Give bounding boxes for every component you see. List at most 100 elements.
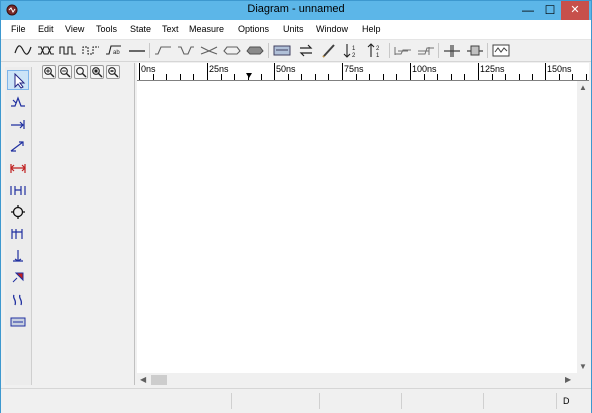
ruler-major-tick xyxy=(342,63,343,80)
vertical-scrollbar[interactable]: ▲ ▼ xyxy=(577,81,589,373)
scroll-left-icon[interactable]: ◀ xyxy=(140,375,146,384)
menu-units[interactable]: Units xyxy=(283,24,304,34)
menu-view[interactable]: View xyxy=(65,24,84,34)
label-wave-icon[interactable]: ab xyxy=(105,42,123,59)
ruler-minor-tick xyxy=(464,74,465,80)
ruler-minor-tick xyxy=(559,74,560,80)
ruler-minor-tick xyxy=(193,74,194,80)
pencil-icon[interactable] xyxy=(320,42,338,59)
menu-edit[interactable]: Edit xyxy=(38,24,54,34)
ruler-minor-tick xyxy=(153,74,154,80)
ruler-minor-tick xyxy=(315,74,316,80)
menu-text[interactable]: Text xyxy=(162,24,179,34)
application-window: Diagram - unnamed — ☐ ✕ File Edit View T… xyxy=(0,0,592,413)
ruler-major-tick xyxy=(207,63,208,80)
title-bar[interactable]: Diagram - unnamed — ☐ ✕ xyxy=(1,1,591,20)
ruler-minor-tick xyxy=(396,74,397,80)
sort-ascending-icon[interactable]: 12 xyxy=(343,42,361,59)
scroll-down-icon[interactable]: ▼ xyxy=(579,362,587,371)
sort-descending-icon[interactable]: 21 xyxy=(367,42,385,59)
menu-state[interactable]: State xyxy=(130,24,151,34)
low-state-icon[interactable] xyxy=(177,42,195,59)
menu-help[interactable]: Help xyxy=(362,24,381,34)
setup-icon[interactable] xyxy=(417,42,435,59)
ruler-label: 75ns xyxy=(344,64,364,74)
display-icon[interactable] xyxy=(273,42,291,59)
ruler-label: 150ns xyxy=(547,64,572,74)
menu-tools[interactable]: Tools xyxy=(96,24,117,34)
zoom-previous-icon[interactable] xyxy=(106,65,120,79)
horizontal-scroll-thumb[interactable] xyxy=(151,375,167,385)
svg-text:ab: ab xyxy=(113,50,120,56)
ruler-minor-tick xyxy=(492,74,493,80)
ruler-minor-tick xyxy=(572,74,573,80)
bus-filled-icon[interactable] xyxy=(246,42,264,59)
status-mode: D xyxy=(563,396,570,406)
menu-window[interactable]: Window xyxy=(316,24,348,34)
ruler-major-tick xyxy=(545,63,546,80)
delay-icon[interactable] xyxy=(394,42,412,59)
signal-name-pane[interactable] xyxy=(32,63,135,385)
ruler-major-tick xyxy=(478,63,479,80)
time-cursor-marker[interactable] xyxy=(246,73,252,78)
swap-icon[interactable] xyxy=(297,42,315,59)
bus-valid-icon[interactable] xyxy=(223,42,241,59)
scroll-up-icon[interactable]: ▲ xyxy=(579,83,587,92)
scroll-right-icon[interactable]: ▶ xyxy=(565,375,571,384)
select-arrow-icon[interactable] xyxy=(7,70,29,90)
diagram-canvas[interactable] xyxy=(137,81,577,373)
measure-icon[interactable] xyxy=(7,158,29,178)
time-ruler[interactable]: 0ns 25ns 50ns 75ns 100ns 125ns 150ns xyxy=(137,63,589,81)
insert-time-icon[interactable] xyxy=(443,42,461,59)
ruler-label: 0ns xyxy=(141,64,156,74)
ruler-minor-tick xyxy=(328,74,329,80)
svg-text:1: 1 xyxy=(376,53,380,59)
ruler-minor-tick xyxy=(369,74,370,80)
ruler-minor-tick xyxy=(166,74,167,80)
zoom-fit-icon[interactable] xyxy=(74,65,88,79)
clock-wave-icon[interactable] xyxy=(14,42,32,59)
pin-icon[interactable] xyxy=(7,268,29,288)
ruler-major-tick xyxy=(274,63,275,80)
ruler-minor-tick xyxy=(221,74,222,80)
anchor-icon[interactable] xyxy=(7,246,29,266)
high-state-icon[interactable] xyxy=(154,42,172,59)
text-box-icon[interactable] xyxy=(7,312,29,332)
break-icon[interactable] xyxy=(7,290,29,310)
menu-measure[interactable]: Measure xyxy=(189,24,224,34)
setup-arrow-icon[interactable] xyxy=(7,136,29,156)
hold-icon[interactable] xyxy=(7,180,29,200)
ruler-label: 50ns xyxy=(276,64,296,74)
close-button[interactable]: ✕ xyxy=(561,1,589,20)
ruler-label: 25ns xyxy=(209,64,229,74)
edge-tool-icon[interactable] xyxy=(7,92,29,112)
delete-time-icon[interactable] xyxy=(466,42,484,59)
menu-bar: File Edit View Tools State Text Measure … xyxy=(1,20,591,40)
maximize-button[interactable]: ☐ xyxy=(539,1,561,20)
waveform-view-icon[interactable] xyxy=(492,42,510,59)
ruler-minor-tick xyxy=(234,74,235,80)
tristate-icon[interactable] xyxy=(200,42,218,59)
ruler-label: 125ns xyxy=(480,64,505,74)
menu-options[interactable]: Options xyxy=(238,24,269,34)
svg-text:1: 1 xyxy=(352,46,356,52)
crosshair-icon[interactable] xyxy=(7,202,29,222)
horizontal-scrollbar[interactable]: ◀ ▶ xyxy=(137,373,577,387)
toolbar: ab 12 21 xyxy=(1,40,591,62)
menu-file[interactable]: File xyxy=(11,24,26,34)
ruler-minor-tick xyxy=(505,74,506,80)
minimize-button[interactable]: — xyxy=(517,1,539,20)
svg-text:2: 2 xyxy=(376,46,380,52)
zoom-out-icon[interactable] xyxy=(58,65,72,79)
pulse-wave-icon[interactable] xyxy=(59,42,77,59)
line-icon[interactable] xyxy=(128,42,146,59)
ruler-minor-tick xyxy=(261,74,262,80)
ruler-minor-tick xyxy=(383,74,384,80)
dotted-wave-icon[interactable] xyxy=(82,42,100,59)
zoom-full-icon[interactable] xyxy=(90,65,104,79)
marker-icon[interactable] xyxy=(7,224,29,244)
zoom-in-icon[interactable] xyxy=(42,65,56,79)
delay-arrow-icon[interactable] xyxy=(7,114,29,134)
bus-wave-icon[interactable] xyxy=(37,42,55,59)
tool-palette xyxy=(5,67,32,385)
